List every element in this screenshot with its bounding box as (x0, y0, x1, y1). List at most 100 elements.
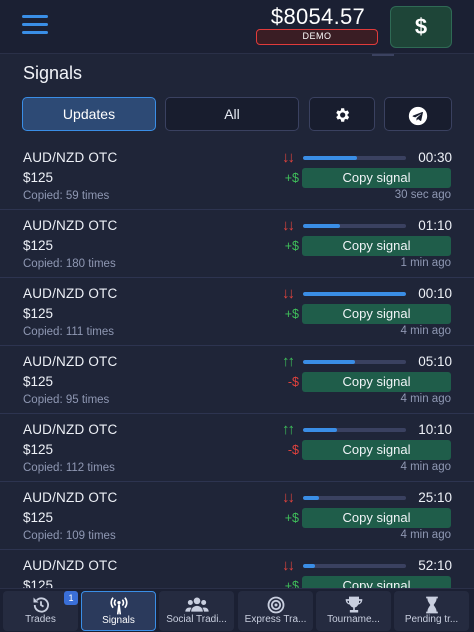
signal-timer: 00:30 (418, 150, 452, 165)
signal-time-progress (303, 292, 406, 296)
direction-arrows-icon: ↓↓ (282, 217, 295, 234)
signal-row: AUD/NZD OTC $125 Copied: 109 times ↓↓ 25… (0, 482, 474, 550)
page-title: Signals (23, 63, 83, 83)
signal-filter-tabs: Updates All (22, 97, 452, 131)
signal-copied-count: Copied: 95 times (23, 394, 110, 406)
direction-arrows-icon: ↑↑ (282, 421, 295, 438)
signal-asset: AUD/NZD OTC (23, 286, 118, 301)
signal-time-progress-fill (303, 224, 341, 228)
nav-item-trophy[interactable]: Tourname... (316, 591, 391, 631)
signal-copied-count: Copied: 112 times (23, 462, 115, 474)
signal-payout-sign: +$ (284, 307, 299, 321)
nav-item-label: Tourname... (327, 614, 380, 625)
trades-count-badge: 1 (64, 591, 78, 605)
tab-all[interactable]: All (165, 97, 299, 131)
direction-arrows-icon: ↑↑ (282, 353, 295, 370)
account-balance[interactable]: $8054.57 (256, 4, 380, 30)
signal-time-ago: 4 min ago (400, 529, 451, 541)
direction-arrows-icon: ↓↓ (282, 557, 295, 574)
tab-updates[interactable]: Updates (22, 97, 156, 131)
signal-payout-sign: +$ (284, 239, 299, 253)
signal-row: AUD/NZD OTC $125 Copied: 95 times ↑↑ 05:… (0, 346, 474, 414)
copy-signal-button[interactable]: Copy signal (302, 236, 451, 256)
signal-timer: 52:10 (418, 558, 452, 573)
signal-asset: AUD/NZD OTC (23, 150, 118, 165)
signal-amount: $125 (23, 442, 54, 457)
signal-time-progress-fill (303, 428, 337, 432)
signal-amount: $125 (23, 306, 54, 321)
signal-amount: $125 (23, 374, 54, 389)
copy-signal-button[interactable]: Copy signal (302, 440, 451, 460)
signal-copied-count: Copied: 59 times (23, 190, 110, 202)
signal-row: AUD/NZD OTC $125 ↓↓ 52:10 +$ Copy signal (0, 550, 474, 590)
telegram-button[interactable] (384, 97, 452, 131)
signal-timer: 05:10 (418, 354, 452, 369)
signal-asset: AUD/NZD OTC (23, 558, 118, 573)
signal-row: AUD/NZD OTC $125 Copied: 180 times ↓↓ 01… (0, 210, 474, 278)
top-bar: $8054.57 DEMO $ (0, 0, 474, 54)
signal-time-progress (303, 564, 406, 568)
direction-arrows-icon: ↓↓ (282, 489, 295, 506)
nav-item-target[interactable]: Express Tra... (238, 591, 313, 631)
nav-item-label: Trades (25, 614, 56, 625)
gear-icon (336, 108, 350, 122)
signal-time-ago: 30 sec ago (394, 189, 451, 201)
signal-tower-icon (82, 592, 155, 615)
direction-arrows-icon: ↓↓ (282, 149, 295, 166)
copy-signal-button[interactable]: Copy signal (302, 168, 451, 188)
demo-account-badge[interactable]: DEMO (256, 29, 378, 45)
telegram-icon (408, 106, 428, 126)
signal-asset: AUD/NZD OTC (23, 354, 118, 369)
signal-time-progress-fill (303, 360, 355, 364)
signal-timer: 25:10 (418, 490, 452, 505)
signal-settings-button[interactable] (309, 97, 375, 131)
nav-item-label: Pending tr... (404, 614, 459, 625)
signal-time-progress-fill (303, 496, 320, 500)
signal-amount: $125 (23, 510, 54, 525)
signal-time-ago: 4 min ago (400, 393, 451, 405)
users-icon (159, 591, 234, 613)
deposit-button[interactable]: $ (390, 6, 452, 48)
copy-signal-button[interactable]: Copy signal (302, 508, 451, 528)
signal-payout-sign: -$ (287, 443, 299, 457)
signal-timer: 10:10 (418, 422, 452, 437)
signal-payout-sign: +$ (284, 171, 299, 185)
signal-copied-count: Copied: 109 times (23, 530, 116, 542)
signal-amount: $125 (23, 170, 54, 185)
signal-time-progress (303, 224, 406, 228)
signal-time-ago: 4 min ago (400, 461, 451, 473)
signal-row: AUD/NZD OTC $125 Copied: 112 times ↑↑ 10… (0, 414, 474, 482)
signal-time-progress-fill (303, 292, 406, 296)
trophy-icon (316, 591, 391, 613)
signal-time-progress (303, 156, 406, 160)
signal-copied-count: Copied: 111 times (23, 326, 114, 338)
signal-amount: $125 (23, 238, 54, 253)
signal-timer: 01:10 (418, 218, 452, 233)
signal-row: AUD/NZD OTC $125 Copied: 59 times ↓↓ 00:… (0, 142, 474, 210)
signal-asset: AUD/NZD OTC (23, 422, 118, 437)
copy-signal-button[interactable]: Copy signal (302, 372, 451, 392)
signal-time-progress (303, 360, 406, 364)
nav-item-hourglass[interactable]: Pending tr... (394, 591, 469, 631)
direction-arrows-icon: ↓↓ (282, 285, 295, 302)
signal-time-progress-fill (303, 564, 316, 568)
signal-list[interactable]: AUD/NZD OTC $125 Copied: 59 times ↓↓ 00:… (0, 142, 474, 590)
signal-time-progress-fill (303, 156, 357, 160)
nav-item-label: Signals (102, 615, 135, 626)
signal-payout-sign: +$ (284, 511, 299, 525)
signal-asset: AUD/NZD OTC (23, 218, 118, 233)
signal-timer: 00:10 (418, 286, 452, 301)
signal-time-ago: 1 min ago (400, 257, 451, 269)
hamburger-menu-icon[interactable] (22, 15, 48, 37)
nav-item-label: Express Tra... (244, 614, 307, 625)
nav-item-label: Social Tradi... (166, 614, 227, 625)
signal-time-progress (303, 496, 406, 500)
signal-time-progress (303, 428, 406, 432)
signal-row: AUD/NZD OTC $125 Copied: 111 times ↓↓ 00… (0, 278, 474, 346)
copy-signal-button[interactable]: Copy signal (302, 304, 451, 324)
nav-item-signal-tower[interactable]: Signals (81, 591, 156, 631)
signal-payout-sign: -$ (287, 375, 299, 389)
signal-copied-count: Copied: 180 times (23, 258, 116, 270)
signal-asset: AUD/NZD OTC (23, 490, 118, 505)
nav-item-users[interactable]: Social Tradi... (159, 591, 234, 631)
